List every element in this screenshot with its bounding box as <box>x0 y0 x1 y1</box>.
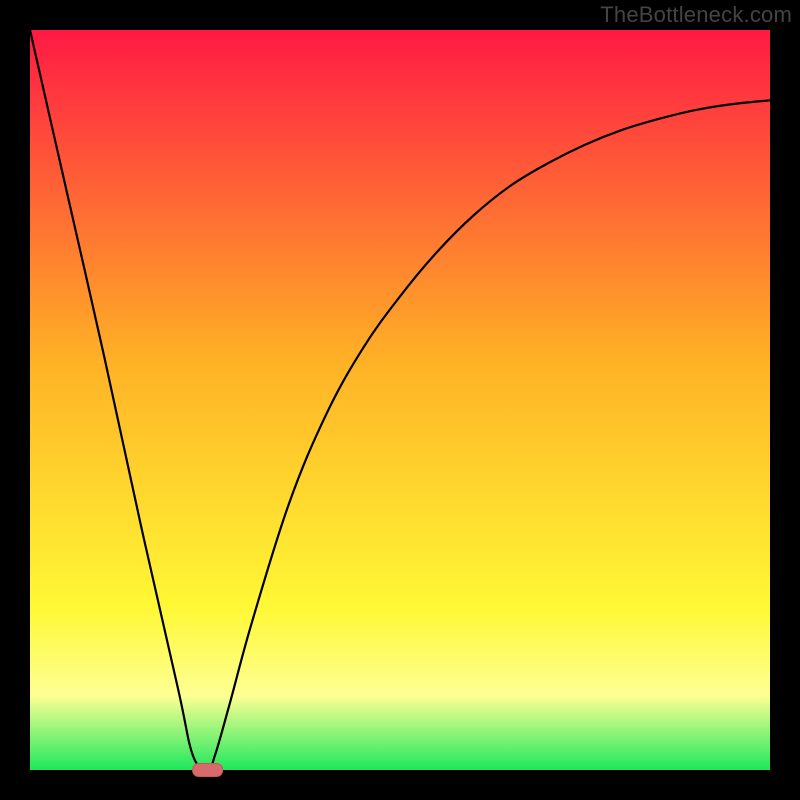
watermark-text: TheBottleneck.com <box>600 2 792 28</box>
plot-area <box>30 30 770 770</box>
optimal-marker <box>193 764 223 777</box>
chart-container: TheBottleneck.com <box>0 0 800 800</box>
bottleneck-chart <box>0 0 800 800</box>
